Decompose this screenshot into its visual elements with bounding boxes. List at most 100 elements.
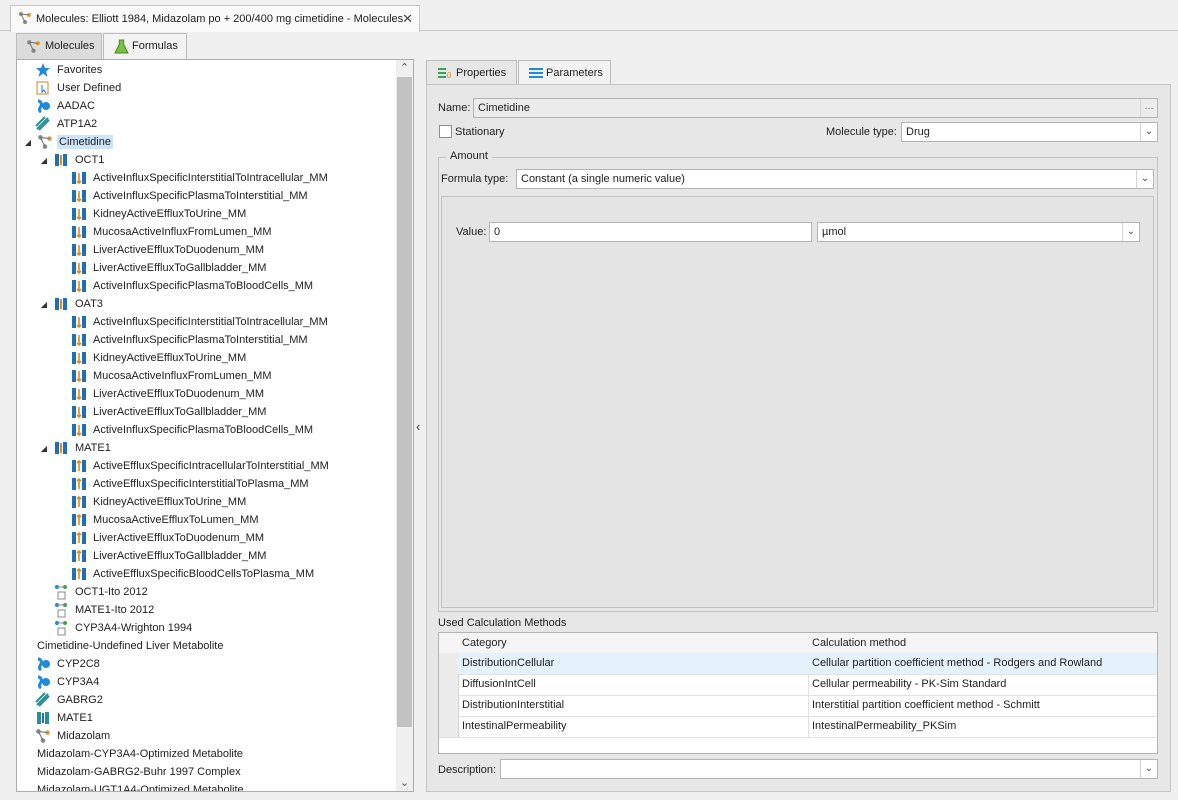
table-row-cell[interactable]: DiffusionIntCell [458, 674, 809, 696]
row-indicator[interactable] [439, 674, 459, 696]
tab-molecules[interactable]: Molecules [16, 33, 102, 59]
name-field[interactable]: Cimetidine ··· [473, 98, 1158, 118]
tree-label: CYP2C8 [57, 658, 100, 670]
chevron-down-icon[interactable]: ⌄ [1122, 223, 1139, 241]
user-defined-icon [36, 81, 49, 95]
molecule-tree[interactable]: Favorites User Defined AADAC ATP1A2 ◢ Ci… [16, 59, 414, 792]
tab-formulas[interactable]: Formulas [103, 33, 187, 59]
tree-item-process[interactable]: ActiveInfluxSpecificPlasmaToInterstitial… [71, 187, 310, 205]
tab-parameters[interactable]: Parameters [518, 60, 611, 85]
tree-label: LiverActiveEffluxToGallbladder_MM [93, 406, 267, 418]
column-header-category[interactable]: Category [458, 633, 809, 654]
chevron-down-icon[interactable]: ⌄ [1140, 123, 1157, 141]
ellipsis-button[interactable]: ··· [1140, 99, 1157, 117]
tree-item-atp1a2[interactable]: ATP1A2 [35, 115, 99, 133]
column-header-method[interactable]: Calculation method [808, 633, 1157, 654]
table-row-cell[interactable]: Interstitial partition coefficient metho… [808, 695, 1157, 717]
tree-item-process[interactable]: ActiveInfluxSpecificPlasmaToBloodCells_M… [71, 421, 315, 439]
chevron-left-icon[interactable]: ‹ [416, 419, 420, 434]
tree-item-process[interactable]: ActiveEffluxSpecificInterstitialToPlasma… [71, 475, 311, 493]
tree-item-mid-cyp[interactable]: Midazolam-CYP3A4-Optimized Metabolite [35, 745, 245, 763]
table-row-cell[interactable]: DistributionCellular [458, 653, 809, 675]
tree-item-aadac[interactable]: AADAC [35, 97, 97, 115]
tree-item-process[interactable]: ActiveInfluxSpecificInterstitialToIntrac… [71, 169, 330, 187]
table-row-cell[interactable]: Cellular partition coefficient method - … [808, 653, 1157, 675]
value-input[interactable]: 0 [489, 222, 812, 242]
tab-properties[interactable]: 0 Properties [426, 60, 517, 85]
scroll-thumb[interactable] [397, 77, 412, 727]
tree-item-mate1[interactable]: ◢ MATE1 [39, 439, 113, 457]
tree-item-oat3[interactable]: ◢ OAT3 [39, 295, 105, 313]
table-row-cell[interactable]: DistributionInterstitial [458, 695, 809, 717]
tree-item-mid-ugt[interactable]: Midazolam-UGT1A4-Optimized Metabolite [35, 781, 246, 791]
close-icon[interactable]: ✕ [402, 11, 413, 27]
tree-item-process[interactable]: KidneyActiveEffluxToUrine_MM [71, 349, 248, 367]
tree-item-process[interactable]: LiverActiveEffluxToDuodenum_MM [71, 385, 266, 403]
transport-process-icon [72, 370, 86, 383]
tree-item-process[interactable]: KidneyActiveEffluxToUrine_MM [71, 205, 248, 223]
collapse-icon[interactable]: ◢ [39, 300, 49, 309]
table-row-cell[interactable]: IntestinalPermeability [458, 716, 809, 738]
collapse-icon[interactable]: ◢ [23, 138, 33, 147]
transport-process-icon [72, 208, 86, 221]
collapse-icon[interactable]: ◢ [39, 444, 49, 453]
document-tab[interactable]: Molecules: Elliott 1984, Midazolam po + … [10, 5, 420, 32]
tree-item-oct1[interactable]: ◢ OCT1 [39, 151, 106, 169]
unit-select[interactable]: µmol ⌄ [817, 222, 1140, 242]
tree-item-process[interactable]: ActiveEffluxSpecificIntracellularToInter… [71, 457, 331, 475]
tree-item-process[interactable]: LiverActiveEffluxToGallbladder_MM [71, 547, 268, 565]
panel-splitter[interactable]: ‹ [414, 59, 425, 792]
calc-methods-grid[interactable]: Category Calculation method Distribution… [438, 632, 1158, 754]
formula-type-select[interactable]: Constant (a single numeric value) ⌄ [516, 169, 1154, 189]
tree-item-process-cyp3a4[interactable]: CYP3A4-Wrighton 1994 [53, 619, 194, 637]
tree-label: MATE1 [75, 442, 111, 454]
tree-item-midazolam[interactable]: Midazolam [35, 727, 112, 745]
row-indicator[interactable] [439, 716, 459, 738]
name-label: Name: [438, 102, 471, 114]
description-field[interactable]: ⌄ [500, 759, 1158, 779]
tree-item-process[interactable]: ActiveInfluxSpecificPlasmaToBloodCells_M… [71, 277, 315, 295]
tree-item-process[interactable]: ActiveInfluxSpecificPlasmaToInterstitial… [71, 331, 310, 349]
tab-properties-label: Properties [456, 67, 507, 79]
tree-label: OAT3 [75, 298, 103, 310]
tree-item-process[interactable]: MucosaActiveInfluxFromLumen_MM [71, 367, 274, 385]
tree-scrollbar[interactable]: ⌃ ⌄ [396, 60, 413, 791]
table-row-cell[interactable]: IntestinalPermeability_PKSim [808, 716, 1157, 738]
scroll-up-icon[interactable]: ⌃ [396, 61, 413, 74]
tree-item-process[interactable]: LiverActiveEffluxToDuodenum_MM [71, 529, 266, 547]
tree-item-process[interactable]: LiverActiveEffluxToGallbladder_MM [71, 259, 268, 277]
table-row-cell[interactable]: Cellular permeability - PK-Sim Standard [808, 674, 1157, 696]
tree-item-user-defined[interactable]: User Defined [35, 79, 123, 97]
tree-item-process[interactable]: ActiveEffluxSpecificBloodCellsToPlasma_M… [71, 565, 316, 583]
tree-item-process[interactable]: LiverActiveEffluxToDuodenum_MM [71, 241, 266, 259]
tree-item-process[interactable]: KidneyActiveEffluxToUrine_MM [71, 493, 248, 511]
tab-parameters-label: Parameters [546, 67, 603, 79]
tree-item-process-mate1-ito[interactable]: MATE1-Ito 2012 [53, 601, 156, 619]
tree-item-process[interactable]: MucosaActiveInfluxFromLumen_MM [71, 223, 274, 241]
tree-item-process[interactable]: LiverActiveEffluxToGallbladder_MM [71, 403, 268, 421]
stationary-checkbox[interactable] [439, 125, 452, 138]
tree-item-favorites[interactable]: Favorites [35, 61, 104, 79]
tree-item-mate1-top[interactable]: MATE1 [35, 709, 95, 727]
tree-item-metabolite[interactable]: Cimetidine-Undefined Liver Metabolite [35, 637, 225, 655]
scroll-down-icon[interactable]: ⌄ [396, 776, 413, 789]
tree-item-process[interactable]: ActiveInfluxSpecificInterstitialToIntrac… [71, 313, 330, 331]
row-indicator[interactable] [439, 653, 459, 675]
collapse-icon[interactable]: ◢ [39, 156, 49, 165]
molecule-icon [19, 12, 31, 24]
tree-item-cyp3a4[interactable]: CYP3A4 [35, 673, 101, 691]
tree-item-process[interactable]: MucosaActiveEffluxToLumen_MM [71, 511, 260, 529]
molecule-type-value: Drug [906, 126, 930, 138]
tree-label: ActiveInfluxSpecificInterstitialToIntrac… [93, 316, 328, 328]
tree-item-gabrg2[interactable]: GABRG2 [35, 691, 105, 709]
tree-item-cimetidine[interactable]: ◢ Cimetidine [23, 133, 113, 151]
chevron-down-icon[interactable]: ⌄ [1140, 760, 1157, 778]
row-indicator[interactable] [439, 695, 459, 717]
molecule-type-select[interactable]: Drug ⌄ [901, 122, 1158, 142]
chevron-down-icon[interactable]: ⌄ [1136, 170, 1153, 188]
flask-icon [114, 39, 129, 54]
cell-text: IntestinalPermeability_PKSim [812, 720, 957, 732]
tree-item-mid-gabrg2[interactable]: Midazolam-GABRG2-Buhr 1997 Complex [35, 763, 243, 781]
tree-item-cyp2c8[interactable]: CYP2C8 [35, 655, 102, 673]
tree-item-process-oct1-ito[interactable]: OCT1-Ito 2012 [53, 583, 150, 601]
